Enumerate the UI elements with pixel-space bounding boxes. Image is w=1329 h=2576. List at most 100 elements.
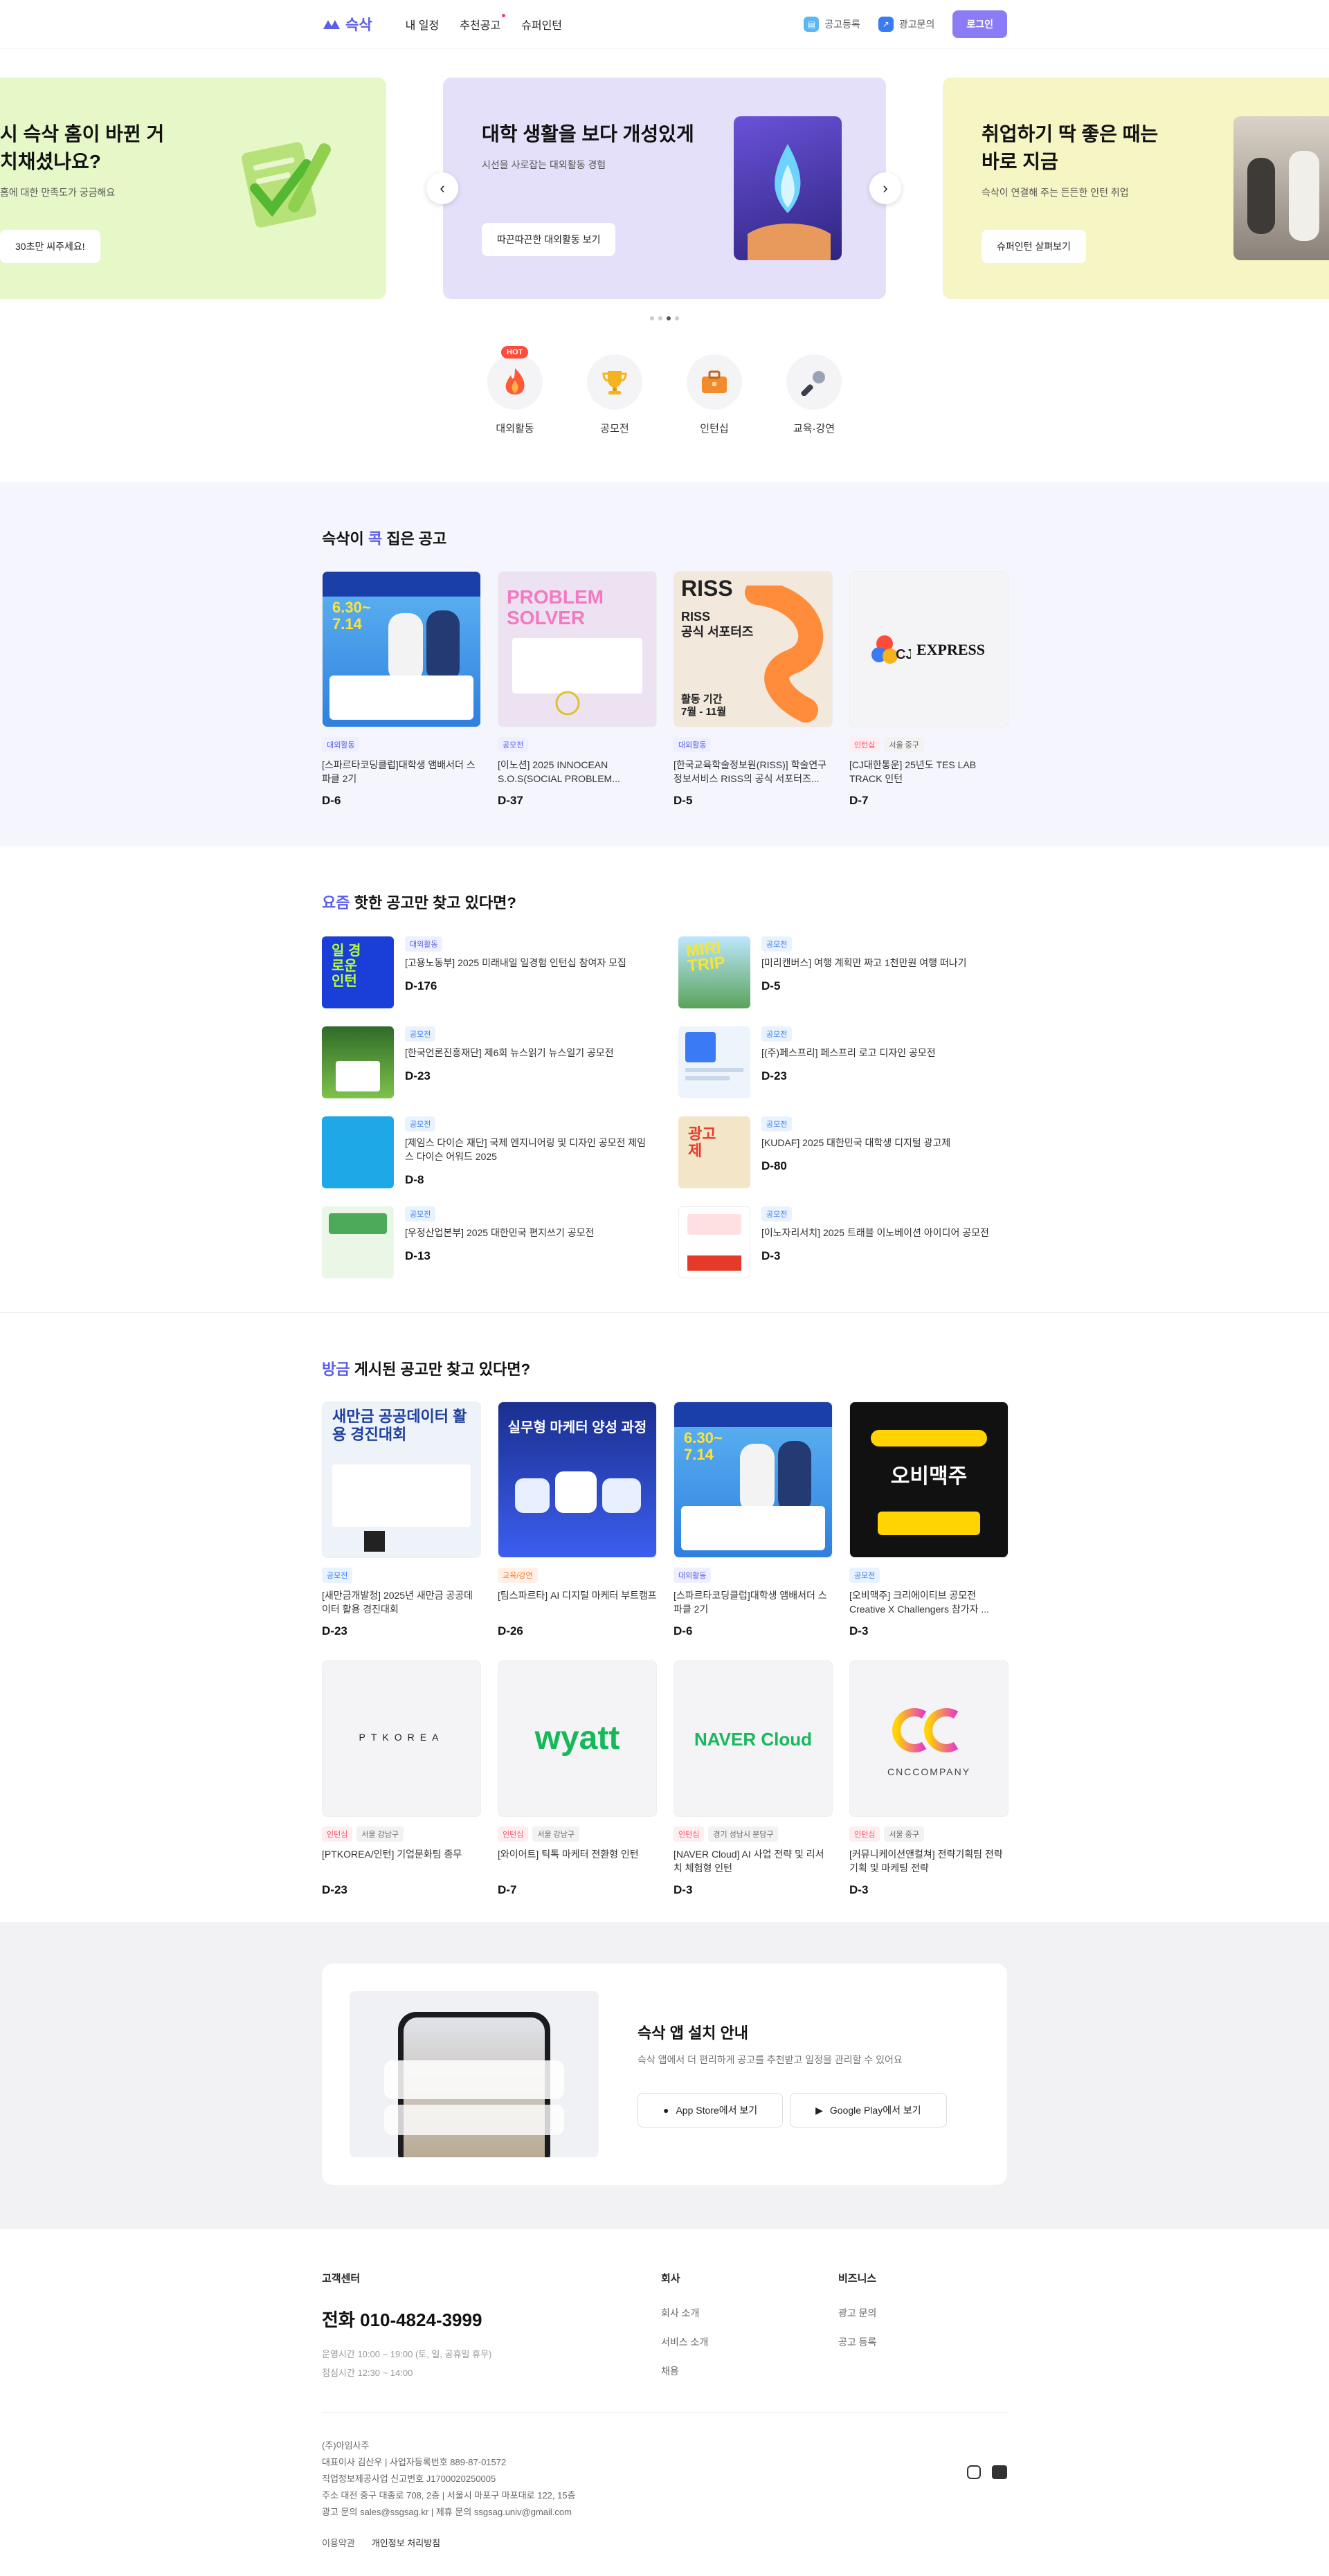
carousel-dot[interactable] [675,316,679,320]
checklist-pen-icon [242,142,331,228]
carousel-dot[interactable] [650,316,654,320]
title-text: 집은 공고 [382,530,447,547]
slide-cta-button[interactable]: 따끈따끈한 대외활동 보기 [482,223,616,256]
hero-slide-2[interactable]: 대학 생활을 보다 개성있게 시선을 사로잡는 대외활동 경험 따끈따끈한 대외… [443,78,886,299]
app-install-card: 슥삭 앱 설치 안내 슥삭 앱에서 더 편리하게 공고를 추천받고 일정을 관리… [322,1963,1007,2185]
phone-preview-image [350,1991,599,2157]
posting-card[interactable]: 6.30~ 7.14 대외활동 [스파르타코딩클럽]대학생 앰배서더 스파클 2기… [322,571,481,808]
carousel-dot-active[interactable] [667,316,671,320]
posting-thumbnail [678,1206,750,1278]
posting-thumbnail: MIRI TRIP [678,936,750,1008]
posting-card[interactable]: wyatt 인턴십 서울 강남구 [와이어트] 틱톡 마케터 전환형 인턴 D-7 [498,1660,657,1897]
chevron-right-icon: › [883,179,888,197]
slide-cta-button[interactable]: 슈퍼인턴 살펴보기 [982,230,1086,263]
play-icon: ▶ [815,2104,823,2116]
carousel-dot[interactable] [658,316,662,320]
google-play-label: Google Play에서 보기 [829,2105,921,2116]
hero-slide-3[interactable]: 취업하기 딱 좋은 때는 바로 지금 슥삭이 연결해 주는 든든한 인턴 취업 슈… [943,78,1329,299]
chart-icon: ↗ [878,17,894,32]
posting-title: [스파르타코딩클럽]대학생 앰배서더 스파클 2기 [322,759,476,784]
list-item[interactable]: MIRI TRIP 공모전 [미리캔버스] 여행 계획만 짜고 1천만원 여행 떠나… [678,936,1007,1008]
posting-title: [이노자리서치] 2025 트래블 이노베이션 아이디어 공모전 [761,1227,989,1238]
trophy-icon [587,354,642,410]
nav-recommended[interactable]: 추천공고 [460,14,506,33]
logo[interactable]: 슥삭 [322,14,372,35]
carousel-dots [0,316,1329,320]
category-activities[interactable]: HOT 대외활동 [487,346,543,435]
category-tag: 대외활동 [405,936,443,952]
biz-title: 비즈니스 [838,2273,877,2285]
slide-title: 대학 생활을 보다 개성있게 [482,123,694,145]
posting-title: [(주)페스프리] 페스프리 로고 디자인 공모전 [761,1047,936,1058]
nav-super-intern[interactable]: 슈퍼인턴 [521,16,562,33]
location-tag: 서울 중구 [884,737,924,752]
google-play-button[interactable]: ▶ Google Play에서 보기 [790,2093,947,2128]
category-label: 교육·강연 [793,423,835,435]
footer-link[interactable]: 회사 소개 [661,2306,838,2320]
category-education[interactable]: 교육·강연 [786,354,842,435]
footer-link[interactable]: 광고 문의 [838,2306,876,2320]
category-internship[interactable]: 인턴십 [687,354,742,435]
slide-cta-button[interactable]: 30초만 씨주세요! [0,230,100,263]
list-item[interactable]: 공모전 [이노자리서치] 2025 트래블 이노베이션 아이디어 공모전 D-3 [678,1206,1007,1278]
posting-card[interactable]: 새만금 공공데이터 활용 경진대회 공모전 [새만금개발청] 2025년 새만금… [322,1402,481,1638]
ad-inquiry-label: 광고문의 [898,19,935,30]
header: 슥삭 내 일정 추천공고 슈퍼인턴 ▤ 공고등록 ↗ 광고문의 로그인 [0,0,1329,48]
posting-card[interactable]: 오비맥주 공모전 [오비맥주] 크리에이티브 공모전 Creative X Ch… [849,1402,1009,1638]
posting-thumbnail: NAVER Cloud [673,1660,833,1817]
posting-title: [새만금개발청] 2025년 새만금 공공데이터 활용 경진대회 [322,1590,473,1615]
posting-card[interactable]: 실무형 마케터 양성 과정 교육/강연 [팀스파르타] AI 디지털 마케터 부… [498,1402,657,1638]
logo-text: 슥삭 [345,17,372,33]
carousel-next-button[interactable]: › [869,172,901,204]
cj-logo-icon: CJ [871,635,911,664]
instagram-icon[interactable] [967,2465,981,2479]
posting-card[interactable]: CJ EXPRESS 인턴십 서울 중구 [CJ대한통운] 25년도 TES LA… [849,571,1009,808]
blog-icon[interactable] [992,2465,1007,2479]
posting-card[interactable]: 6.30~ 7.14 대외활동 [스파르타코딩클럽]대학생 앰배서더 스파클 2기… [673,1402,833,1638]
company-logo: NAVER Cloud [694,1729,812,1750]
posting-card[interactable]: NAVER Cloud 인턴십 경기 성남시 분당구 [NAVER Cloud] … [673,1660,833,1897]
category-tag: 공모전 [761,1116,793,1132]
location-tag: 서울 중구 [884,1826,924,1842]
slide-title-line1: 취업하기 딱 좋은 때는 [982,123,1159,145]
login-button[interactable]: 로그인 [952,10,1007,38]
footer-link[interactable]: 공고 등록 [838,2335,876,2349]
posting-dday: D-3 [849,1624,869,1638]
posting-thumbnail: wyatt [498,1660,657,1817]
ad-register-button[interactable]: ▤ 공고등록 [804,17,860,32]
category-tag: 인턴십 [673,1826,705,1842]
posting-card[interactable]: RISS RISS 공식 서포터즈 활동 기간 7월 - 11월 대외활동 [한국교… [673,571,833,808]
privacy-link[interactable]: 개인정보 처리방침 [372,2536,440,2549]
slide-title-line2: 치채셨나요? [0,151,101,172]
footer-link[interactable]: 채용 [661,2364,838,2378]
list-item[interactable]: 광고 제 공모전 [KUDAF] 2025 대한민국 대학생 디지털 광고제 D-80 [678,1116,1007,1188]
list-item[interactable]: 공모전 [(주)페스프리] 페스프리 로고 디자인 공모전 D-23 [678,1026,1007,1098]
microphone-icon [786,354,842,410]
document-icon: ▤ [804,17,820,32]
category-tag: 인턴십 [498,1826,529,1842]
logo-icon [323,20,340,29]
list-item[interactable]: 공모전 [한국언론진흥재단] 제6회 뉴스읽기 뉴스일기 공모전 D-23 [322,1026,651,1098]
posting-dday: D-3 [849,1883,869,1896]
posting-card[interactable]: PTKOREA 인턴십 서울 강남구 [PTKOREA/인턴] 기업문화팀 종무 … [322,1660,481,1897]
thumb-text: 오비맥주 [890,1465,968,1488]
title-highlight: 콕 [368,530,383,547]
list-item[interactable]: 공모전 [제임스 다이슨 재단] 국제 엔지니어링 및 디자인 공모전 제임스 다… [322,1116,651,1188]
hero-slide-1[interactable]: 시 슥삭 홈이 바뀐 거 치채셨나요? 홈에 대한 만족도가 궁금해요 30초만 … [0,78,386,299]
posting-title: [NAVER Cloud] AI 사업 전략 및 리서치 체험형 인턴 [673,1849,824,1874]
app-store-button[interactable]: ● App Store에서 보기 [638,2093,784,2128]
category-contests[interactable]: 공모전 [587,354,642,435]
list-item[interactable]: 공모전 [우정산업본부] 2025 대한민국 편지쓰기 공모전 D-13 [322,1206,651,1278]
ad-inquiry-button[interactable]: ↗ 광고문의 [878,17,935,32]
terms-link[interactable]: 이용약관 [322,2536,355,2549]
footer-link[interactable]: 서비스 소개 [661,2335,838,2349]
list-item[interactable]: 일 경 로운 인턴 대외활동 [고용노동부] 2025 미래내일 일경험 인턴십 참여… [322,936,651,1008]
nav-my-schedule[interactable]: 내 일정 [406,16,440,33]
posting-card[interactable]: CNCCOMPANY 인턴십 서울 중구 [커뮤니케이션앤컬쳐] 전략기획팀 전략… [849,1660,1009,1897]
carousel-prev-button[interactable]: ‹ [426,172,458,204]
posting-card[interactable]: PROBLEM SOLVER 공모전 [이노션] 2025 INNOCEAN S.… [498,571,657,808]
cs-phone[interactable]: 전화 010-4824-3999 [322,2306,661,2332]
thumb-text: 새만금 공공데이터 활용 경진대회 [332,1408,467,1443]
posting-dday: D-3 [673,1883,693,1896]
posting-title: [한국언론진흥재단] 제6회 뉴스읽기 뉴스일기 공모전 [405,1047,614,1058]
